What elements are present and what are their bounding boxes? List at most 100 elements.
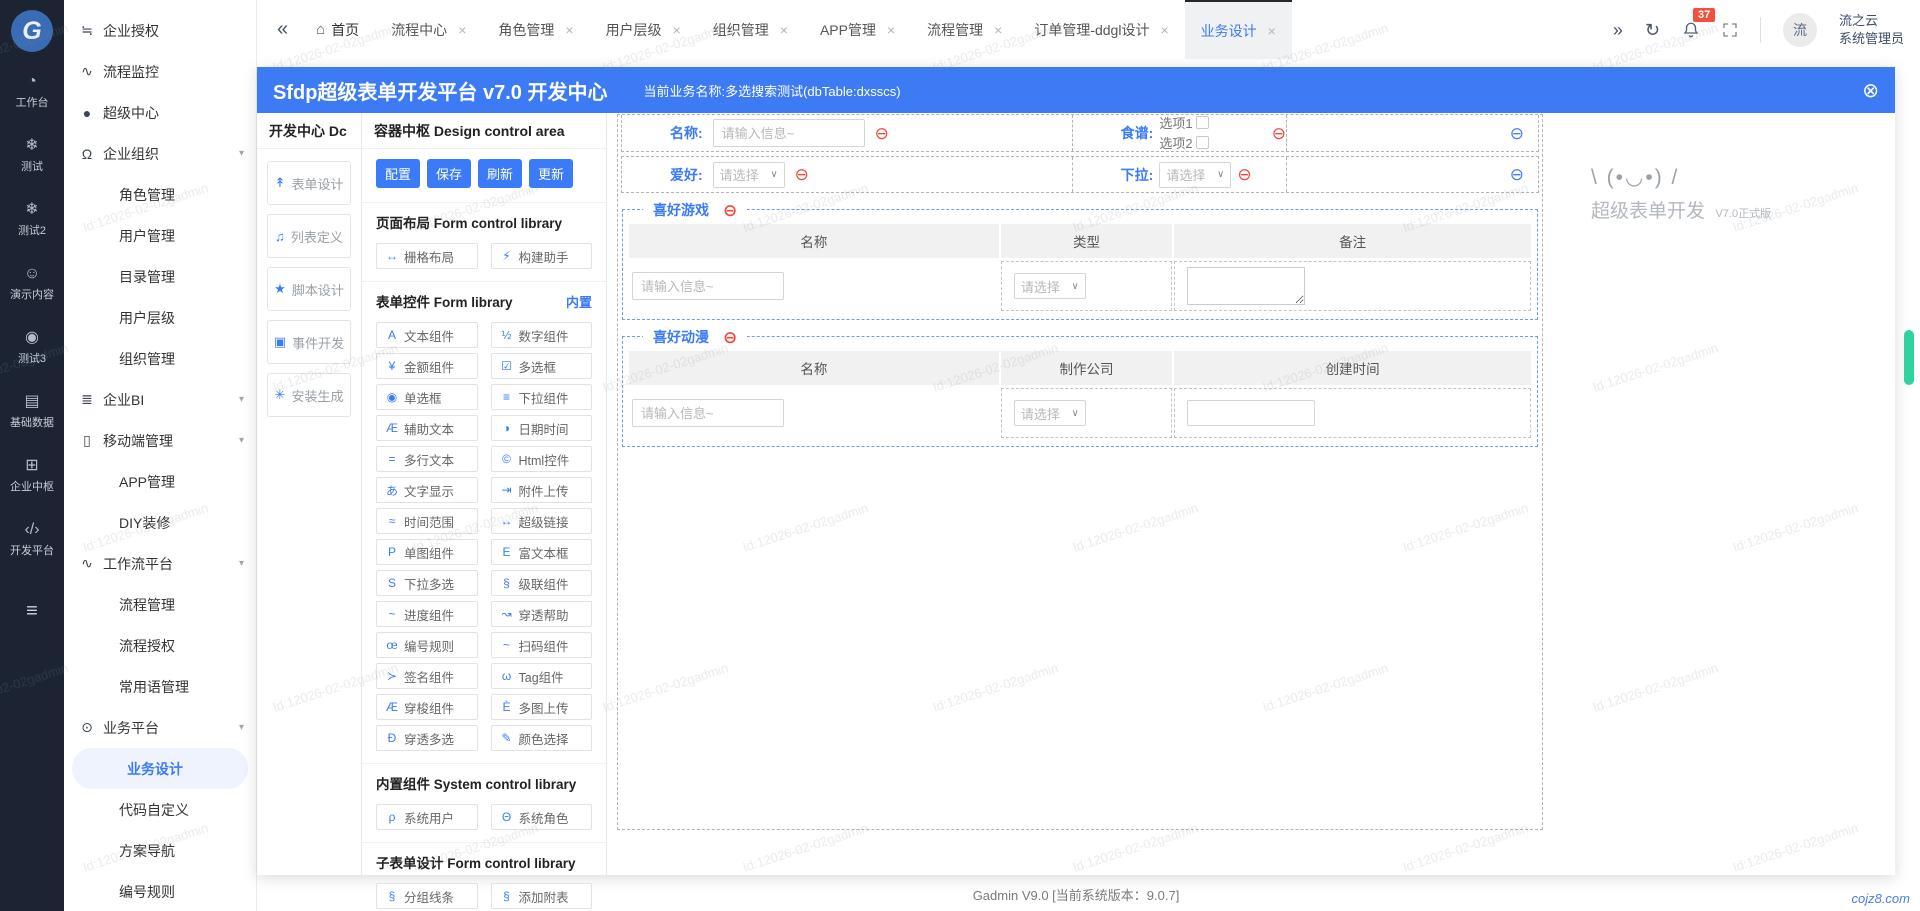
site-link[interactable]: cojz8.com: [1851, 891, 1910, 906]
form-component-button[interactable]: œ 编号规则: [376, 632, 478, 658]
form-component-button[interactable]: ≻ 签名组件: [376, 663, 478, 689]
form-component-button[interactable]: ◑ 日期时间: [491, 415, 593, 441]
user-info[interactable]: 流之云 系统管理员: [1839, 12, 1904, 47]
form-component-button[interactable]: ¥ 金额组件: [376, 353, 478, 379]
sidebar-item[interactable]: ≣ 企业BI ▾: [64, 379, 256, 420]
close-tab-icon[interactable]: ×: [887, 22, 895, 38]
form-component-button[interactable]: P 单图组件: [376, 539, 478, 565]
game-name-input[interactable]: [632, 272, 784, 300]
form-row[interactable]: 爱好: 请选择 ∨ ⊖ 下拉: 请选择: [621, 156, 1539, 193]
close-tab-icon[interactable]: ×: [565, 22, 573, 38]
close-tab-icon[interactable]: ×: [458, 22, 466, 38]
form-component-button[interactable]: ✎ 颜色选择: [491, 725, 593, 751]
checkbox[interactable]: [1196, 136, 1209, 149]
create-time-input[interactable]: [1187, 400, 1315, 426]
remark-textarea[interactable]: [1187, 267, 1305, 305]
layout-component-button[interactable]: ↔ 栅格布局: [376, 243, 478, 269]
tab-home[interactable]: ⌂ 首页: [300, 0, 375, 59]
rail-item[interactable]: ◉ 测试3: [0, 316, 64, 380]
sidebar-item[interactable]: 方案导航: [64, 830, 256, 871]
checkbox-option[interactable]: 选项2: [1159, 133, 1208, 152]
form-component-button[interactable]: あ 文字显示: [376, 477, 478, 503]
tab-item[interactable]: APP管理 ×: [804, 0, 911, 59]
avatar[interactable]: 流: [1783, 13, 1817, 47]
form-component-button[interactable]: ☑ 多选框: [491, 353, 593, 379]
rail-item[interactable]: ❄ 测试2: [0, 188, 64, 252]
sidebar-item[interactable]: ▯ 移动端管理 ▾: [64, 420, 256, 461]
sidebar-item[interactable]: 用户层级: [64, 297, 256, 338]
sidebar-item[interactable]: ⊙ 业务平台 ▾: [64, 707, 256, 748]
dropdown-select[interactable]: 请选择 ∨: [1159, 162, 1231, 188]
form-component-button[interactable]: ↔ 超级链接: [491, 508, 593, 534]
remove-field-icon[interactable]: ⊖: [1237, 166, 1251, 183]
refresh-icon[interactable]: ↻: [1645, 21, 1660, 39]
sidebar-item[interactable]: 目录管理: [64, 256, 256, 297]
form-component-button[interactable]: ~ 进度组件: [376, 601, 478, 627]
form-row[interactable]: 名称: ⊖ 食谱: 选项1: [621, 115, 1539, 152]
sidebar-item[interactable]: DIY装修: [64, 502, 256, 543]
sidebar-item[interactable]: 业务设计: [72, 748, 248, 789]
sidebar-item[interactable]: ∿ 工作流平台 ▾: [64, 543, 256, 584]
action-button[interactable]: 刷新: [478, 159, 522, 188]
form-component-button[interactable]: ½ 数字组件: [491, 322, 593, 348]
rail-item[interactable]: ⊞ 企业中枢: [0, 444, 64, 508]
subform-section-anime[interactable]: 喜好动漫 ⊖ 名称 制作公司 创建时间: [622, 336, 1538, 447]
expand-tabs-icon[interactable]: »: [1613, 21, 1623, 39]
name-input[interactable]: [713, 119, 865, 147]
form-component-button[interactable]: © Html控件: [491, 446, 593, 472]
form-component-button[interactable]: È 多图上传: [491, 694, 593, 720]
close-modal-icon[interactable]: ⊗: [1862, 78, 1879, 103]
tab-item[interactable]: 业务设计 ×: [1185, 0, 1292, 59]
sidebar-item[interactable]: 流程管理: [64, 584, 256, 625]
sidebar-item[interactable]: 编号规则: [64, 871, 256, 911]
anime-company-select[interactable]: 请选择 ∨: [1014, 400, 1086, 426]
close-tab-icon[interactable]: ×: [994, 22, 1002, 38]
form-component-button[interactable]: Đ 穿透多选: [376, 725, 478, 751]
form-component-button[interactable]: A 文本组件: [376, 322, 478, 348]
sidebar-item[interactable]: ∿ 流程监控: [64, 51, 256, 92]
layout-component-button[interactable]: ⚡ 构建助手: [491, 243, 593, 269]
collapse-tabs-icon[interactable]: «: [265, 18, 300, 41]
remove-column-icon[interactable]: ⊖: [1510, 166, 1524, 183]
builtin-link[interactable]: 内置: [566, 292, 592, 311]
action-button[interactable]: 更新: [529, 159, 573, 188]
devcenter-button[interactable]: ★ 脚本设计: [267, 267, 351, 311]
collapse-menu-icon[interactable]: ≡: [0, 600, 64, 623]
subform-component-button[interactable]: § 分组线条: [376, 883, 478, 909]
action-button[interactable]: 保存: [427, 159, 471, 188]
close-tab-icon[interactable]: ×: [1268, 23, 1276, 39]
devcenter-button[interactable]: ▣ 事件开发: [267, 320, 351, 364]
close-tab-icon[interactable]: ×: [780, 22, 788, 38]
devcenter-button[interactable]: ♫ 列表定义: [267, 214, 351, 258]
devcenter-button[interactable]: ↟ 表单设计: [267, 161, 351, 205]
game-type-select[interactable]: 请选择 ∨: [1014, 273, 1086, 299]
rail-item[interactable]: ❄ 测试: [0, 124, 64, 188]
rail-item[interactable]: ◔ 工作台: [0, 60, 64, 124]
remove-field-icon[interactable]: ⊖: [795, 166, 809, 183]
sidebar-item[interactable]: 常用语管理: [64, 666, 256, 707]
close-tab-icon[interactable]: ×: [673, 22, 681, 38]
sidebar-item[interactable]: Ω 企业组织 ▾: [64, 133, 256, 174]
anime-name-input[interactable]: [632, 399, 784, 427]
tab-item[interactable]: 流程管理 ×: [911, 0, 1018, 59]
form-component-button[interactable]: ◉ 单选框: [376, 384, 478, 410]
sidebar-item[interactable]: ● 超级中心: [64, 92, 256, 133]
tab-item[interactable]: 订单管理-ddgl设计 ×: [1018, 0, 1184, 59]
subform-section-games[interactable]: 喜好游戏 ⊖ 名称 类型 备注: [622, 209, 1538, 320]
sidebar-item[interactable]: ≒ 企业授权: [64, 10, 256, 51]
sidebar-item[interactable]: 用户管理: [64, 215, 256, 256]
remove-section-icon[interactable]: ⊖: [723, 329, 737, 346]
devcenter-button[interactable]: ✳ 安装生成: [267, 373, 351, 417]
fullscreen-icon[interactable]: [1722, 22, 1738, 38]
action-button[interactable]: 配置: [376, 159, 420, 188]
scrollbar-thumb[interactable]: [1904, 330, 1914, 385]
remove-field-icon[interactable]: ⊖: [875, 125, 889, 142]
form-component-button[interactable]: = 多行文本: [376, 446, 478, 472]
system-component-button[interactable]: ρ 系统用户: [376, 804, 478, 830]
sidebar-item[interactable]: 流程授权: [64, 625, 256, 666]
canvas-container[interactable]: 名称: ⊖ 食谱: 选项1: [617, 114, 1543, 830]
form-component-button[interactable]: S 下拉多选: [376, 570, 478, 596]
tab-item[interactable]: 组织管理 ×: [697, 0, 804, 59]
form-component-button[interactable]: ⇥ 附件上传: [491, 477, 593, 503]
app-logo[interactable]: G: [11, 10, 53, 52]
